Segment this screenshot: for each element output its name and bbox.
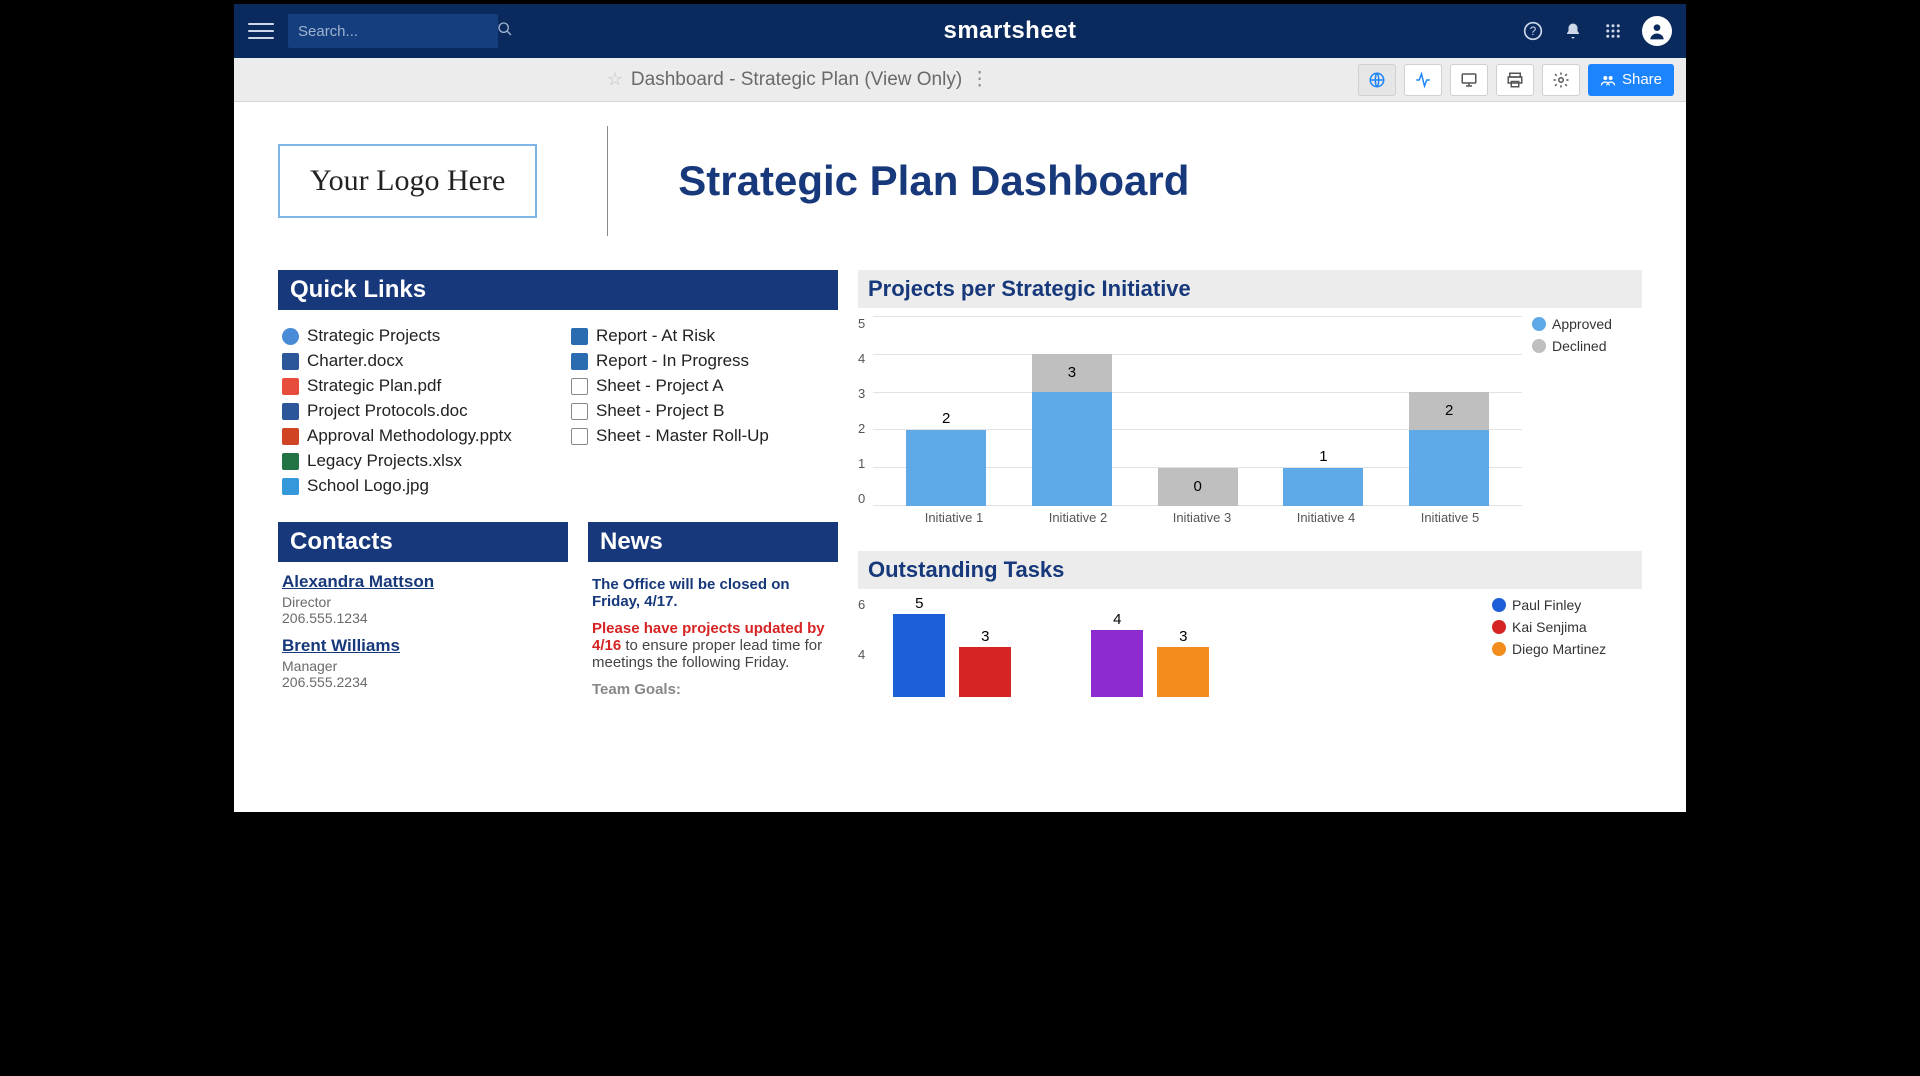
settings-icon[interactable] <box>1542 64 1580 96</box>
file-icon <box>282 378 299 395</box>
news-title: News <box>588 522 838 562</box>
toolbar: ☆ Dashboard - Strategic Plan (View Only)… <box>234 58 1686 102</box>
present-icon[interactable] <box>1450 64 1488 96</box>
file-icon <box>282 403 299 420</box>
quick-link-item[interactable]: Report - At Risk <box>571 326 834 346</box>
contact-item: Brent Williams Manager206.555.2234 <box>282 636 564 690</box>
quick-link-item[interactable]: Strategic Plan.pdf <box>282 376 545 396</box>
menu-icon[interactable] <box>248 18 274 44</box>
quick-link-item[interactable]: Sheet - Project B <box>571 401 834 421</box>
file-icon <box>571 378 588 395</box>
dashboard-content: Your Logo Here Strategic Plan Dashboard … <box>234 102 1686 812</box>
publish-icon[interactable] <box>1358 64 1396 96</box>
dashboard-title: Strategic Plan Dashboard <box>678 157 1189 205</box>
contact-item: Alexandra Mattson Director206.555.1234 <box>282 572 564 626</box>
quick-link-item[interactable]: Project Protocols.doc <box>282 401 545 421</box>
chart2-bars: 5343 <box>873 597 1482 697</box>
file-icon <box>282 428 299 445</box>
contact-role: Director <box>282 594 564 610</box>
sheet-title: Dashboard - Strategic Plan (View Only) <box>631 69 962 91</box>
quick-link-item[interactable]: Approval Methodology.pptx <box>282 426 545 446</box>
link-label: Sheet - Master Roll-Up <box>596 426 769 446</box>
share-button[interactable]: Share <box>1588 64 1674 96</box>
dashboard-header: Your Logo Here Strategic Plan Dashboard <box>278 126 1642 236</box>
file-icon <box>282 328 299 345</box>
more-icon[interactable]: ⋮ <box>970 68 989 91</box>
link-label: Sheet - Project B <box>596 401 725 421</box>
file-icon <box>282 353 299 370</box>
toolbar-title-area: ☆ Dashboard - Strategic Plan (View Only)… <box>246 68 1350 91</box>
file-icon <box>282 453 299 470</box>
link-label: Charter.docx <box>307 351 403 371</box>
file-icon <box>571 328 588 345</box>
quick-link-item[interactable]: Report - In Progress <box>571 351 834 371</box>
link-label: School Logo.jpg <box>307 476 429 496</box>
chart2-y-axis: 64 <box>858 597 873 697</box>
file-icon <box>571 403 588 420</box>
search-box[interactable] <box>288 14 498 48</box>
quick-link-item[interactable]: Charter.docx <box>282 351 545 371</box>
contact-phone: 206.555.2234 <box>282 674 564 690</box>
bell-icon[interactable] <box>1562 20 1584 42</box>
link-label: Strategic Plan.pdf <box>307 376 441 396</box>
link-label: Report - In Progress <box>596 351 749 371</box>
logo-placeholder: Your Logo Here <box>278 144 537 218</box>
chart1-bars: 23012 <box>873 316 1522 506</box>
quick-link-item[interactable]: Strategic Projects <box>282 326 545 346</box>
chart1-x-axis: Initiative 1Initiative 2Initiative 3Init… <box>882 506 1522 525</box>
share-label: Share <box>1622 71 1662 88</box>
print-icon[interactable] <box>1496 64 1534 96</box>
chart1-title: Projects per Strategic Initiative <box>858 270 1642 308</box>
contact-name[interactable]: Brent Williams <box>282 636 564 656</box>
link-label: Report - At Risk <box>596 326 715 346</box>
chart-outstanding-tasks: Outstanding Tasks 64 5343 Paul FinleyKai… <box>858 551 1642 697</box>
apps-icon[interactable] <box>1602 20 1624 42</box>
charts-column: Projects per Strategic Initiative 543210… <box>858 270 1642 723</box>
star-icon[interactable]: ☆ <box>607 69 623 90</box>
news-headline: The Office will be closed on Friday, 4/1… <box>592 576 834 610</box>
svg-text:?: ? <box>1530 25 1537 38</box>
link-label: Strategic Projects <box>307 326 440 346</box>
file-icon <box>282 478 299 495</box>
contacts-title: Contacts <box>278 522 568 562</box>
search-icon[interactable] <box>497 21 513 42</box>
divider <box>607 126 608 236</box>
activity-icon[interactable] <box>1404 64 1442 96</box>
news-widget: News The Office will be closed on Friday… <box>588 522 838 702</box>
chart-projects-per-initiative: Projects per Strategic Initiative 543210… <box>858 270 1642 525</box>
chart1-y-axis: 543210 <box>858 316 873 506</box>
chart1-legend: ApprovedDeclined <box>1522 316 1642 506</box>
quick-link-item[interactable]: School Logo.jpg <box>282 476 545 496</box>
app-frame: smartsheet ? ☆ Dashboard - Strategic Pla… <box>230 0 1690 816</box>
contact-role: Manager <box>282 658 564 674</box>
quick-links-widget: Quick Links Strategic Projects Charter.do… <box>278 270 838 502</box>
link-label: Sheet - Project A <box>596 376 724 396</box>
chart2-legend: Paul FinleyKai SenjimaDiego Martinez <box>1482 597 1642 697</box>
search-input[interactable] <box>298 23 497 40</box>
brand-logo: smartsheet <box>512 17 1508 45</box>
contacts-widget: Contacts Alexandra MattsonDirector206.55… <box>278 522 568 702</box>
contact-phone: 206.555.1234 <box>282 610 564 626</box>
news-alert: Please have projects updated by 4/16 to … <box>592 620 834 671</box>
quick-links-title: Quick Links <box>278 270 838 310</box>
nav-icons: ? <box>1522 16 1672 46</box>
link-label: Legacy Projects.xlsx <box>307 451 462 471</box>
file-icon <box>571 353 588 370</box>
news-goals-label: Team Goals: <box>592 681 834 698</box>
avatar-icon[interactable] <box>1642 16 1672 46</box>
top-nav: smartsheet ? <box>234 4 1686 58</box>
link-label: Approval Methodology.pptx <box>307 426 512 446</box>
file-icon <box>571 428 588 445</box>
help-icon[interactable]: ? <box>1522 20 1544 42</box>
quick-link-item[interactable]: Sheet - Project A <box>571 376 834 396</box>
link-label: Project Protocols.doc <box>307 401 468 421</box>
chart2-title: Outstanding Tasks <box>858 551 1642 589</box>
contact-name[interactable]: Alexandra Mattson <box>282 572 564 592</box>
quick-link-item[interactable]: Sheet - Master Roll-Up <box>571 426 834 446</box>
quick-link-item[interactable]: Legacy Projects.xlsx <box>282 451 545 471</box>
